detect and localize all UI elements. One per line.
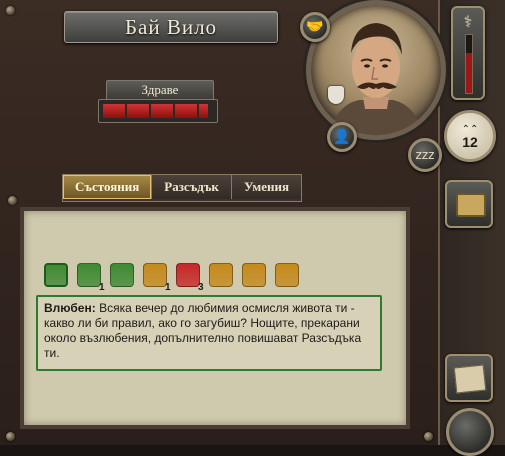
rivet	[6, 432, 15, 441]
status-item[interactable]: 1	[75, 261, 106, 293]
tooltip-title: Влюбен:	[44, 301, 96, 315]
wound-icon	[176, 263, 200, 287]
handshake-icon[interactable]: 🤝	[300, 12, 330, 42]
status-tooltip: Влюбен: Всяка вечер до любимия осмисля ж…	[36, 295, 382, 371]
health-bar-fill	[103, 104, 208, 118]
map-button[interactable]	[445, 354, 493, 402]
status-item[interactable]	[273, 261, 304, 292]
fist-icon	[242, 263, 266, 287]
mask-icon	[77, 263, 101, 287]
health-bar-divider	[197, 102, 199, 120]
tab-states[interactable]: Състояния	[63, 175, 153, 199]
character-name: Бай Вило	[64, 11, 278, 43]
status-count: 3	[198, 282, 204, 293]
portrait-face	[329, 23, 423, 135]
health-label: Здраве	[106, 80, 214, 100]
level-badge[interactable]: ⌃⌃ 12	[444, 110, 496, 162]
sanity-track	[465, 34, 473, 94]
sanity-fill	[466, 53, 472, 93]
fist-icon	[209, 263, 233, 287]
status-count: 1	[165, 282, 171, 293]
states-panel: 1 1 3 Влюбен: Всяка вечер до любимия осмис…	[20, 207, 410, 429]
status-icon-row: 1 1 3	[42, 261, 304, 293]
fist-icon	[110, 263, 134, 287]
flame-icon	[275, 263, 299, 287]
rivet	[424, 432, 433, 441]
drink-icon	[143, 263, 167, 287]
status-item[interactable]	[108, 261, 139, 292]
heart-icon	[44, 263, 68, 287]
status-item[interactable]	[42, 261, 73, 292]
tab-bar: Състояния Разсъдък Умения	[62, 174, 303, 202]
rivet	[8, 196, 17, 205]
person-icon[interactable]: 👤	[327, 122, 357, 152]
level-value: 12	[462, 134, 478, 150]
tab-sanity[interactable]: Разсъдък	[152, 175, 232, 199]
rivet	[6, 6, 15, 15]
status-item[interactable]: 1	[141, 261, 172, 293]
status-item[interactable]: 3	[174, 261, 205, 293]
inventory-button[interactable]	[445, 180, 493, 228]
health-bar	[98, 99, 218, 123]
tab-skills[interactable]: Умения	[231, 175, 302, 199]
status-item[interactable]	[240, 261, 271, 292]
status-item[interactable]	[207, 261, 238, 292]
compass-icon[interactable]	[446, 408, 494, 456]
theater-mask-icon	[328, 86, 344, 104]
map-icon	[453, 364, 487, 394]
health-bar-divider	[149, 102, 151, 120]
health-bar-divider	[125, 102, 127, 120]
caduceus-icon: ⚕	[463, 12, 473, 31]
health-bar-divider	[173, 102, 175, 120]
chest-icon	[456, 193, 486, 217]
sanity-gauge: ⚕	[451, 6, 485, 100]
status-count: 1	[99, 282, 105, 293]
sleep-zzz-icon[interactable]: zzz	[408, 138, 442, 172]
